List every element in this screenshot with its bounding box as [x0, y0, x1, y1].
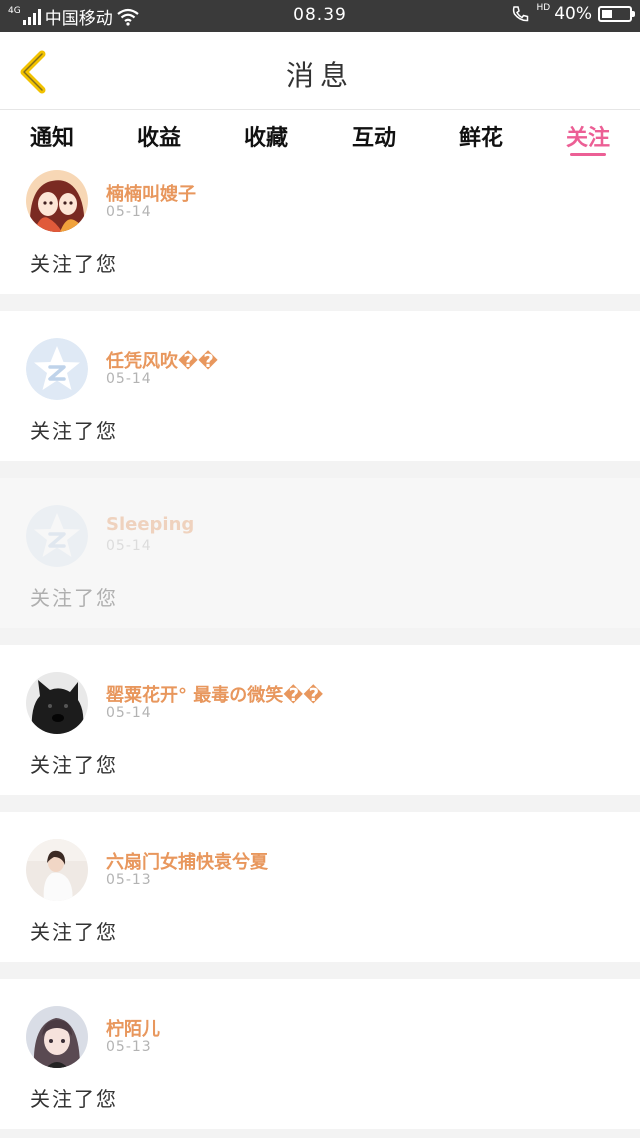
message-text: 关注了您: [30, 419, 118, 443]
message-date: 05-14: [106, 371, 152, 387]
tab-follows[interactable]: 关注: [538, 120, 638, 152]
tab-favorites[interactable]: 收藏: [216, 120, 316, 152]
message-card-4[interactable]: 罂粟花开° 最毒の微笑�� 05-14 关注了您: [0, 645, 640, 795]
message-date: 05-13: [106, 1039, 152, 1055]
status-bar: 4G 中国移动 08.39 HD 40%: [0, 0, 640, 32]
message-card-1[interactable]: 楠楠叫嫂子 05-14 关注了您: [0, 164, 640, 294]
avatar[interactable]: [26, 505, 88, 567]
message-card-2[interactable]: 任凭风吹�� 05-14 关注了您: [0, 311, 640, 461]
default-star-avatar: [26, 338, 88, 400]
message-text: 关注了您: [30, 586, 118, 610]
anime-girl-2-avatar: [26, 1006, 88, 1068]
hd-tag: HD: [536, 3, 551, 13]
black-dog-avatar: [26, 672, 88, 734]
avatar[interactable]: [26, 672, 88, 734]
username[interactable]: 任凭风吹��: [106, 347, 218, 373]
message-date: 05-14: [106, 538, 152, 554]
message-text: 关注了您: [30, 920, 118, 944]
tab-earnings[interactable]: 收益: [109, 120, 209, 152]
tab-flowers[interactable]: 鲜花: [431, 120, 531, 152]
message-date: 05-14: [106, 705, 152, 721]
girl-photo-avatar: [26, 839, 88, 901]
default-star-avatar: [26, 505, 88, 567]
message-card-6[interactable]: 柠陌儿 05-13 关注了您: [0, 979, 640, 1129]
avatar[interactable]: [26, 338, 88, 400]
battery-icon: [598, 6, 635, 22]
tab-notifications[interactable]: 通知: [2, 120, 102, 152]
call-icon: [512, 6, 528, 22]
tab-interactions[interactable]: 互动: [324, 120, 424, 152]
anime-girl-avatar: [26, 170, 88, 232]
active-tab-indicator: [570, 153, 606, 156]
username[interactable]: Sleeping: [106, 514, 194, 535]
page-title: 消息: [285, 59, 354, 92]
message-text: 关注了您: [30, 1087, 118, 1111]
username[interactable]: 柠陌儿: [106, 1015, 160, 1041]
message-date: 05-13: [106, 872, 152, 888]
message-text: 关注了您: [30, 252, 118, 276]
username[interactable]: 六扇门女捕快袁兮夏: [106, 848, 268, 874]
battery-fill: [602, 10, 612, 18]
message-card-3[interactable]: Sleeping 05-14 关注了您: [0, 478, 640, 628]
username[interactable]: 楠楠叫嫂子: [106, 180, 196, 206]
battery-percent: 40%: [554, 4, 592, 24]
message-date: 05-14: [106, 204, 152, 220]
header: 消息: [0, 32, 640, 110]
tab-bar: 通知 收益 收藏 互动 鲜花 关注: [0, 110, 640, 164]
message-card-5[interactable]: 六扇门女捕快袁兮夏 05-13 关注了您: [0, 812, 640, 962]
message-text: 关注了您: [30, 753, 118, 777]
username[interactable]: 罂粟花开° 最毒の微笑��: [106, 681, 323, 707]
avatar[interactable]: [26, 839, 88, 901]
avatar[interactable]: [26, 1006, 88, 1068]
avatar[interactable]: [26, 170, 88, 232]
